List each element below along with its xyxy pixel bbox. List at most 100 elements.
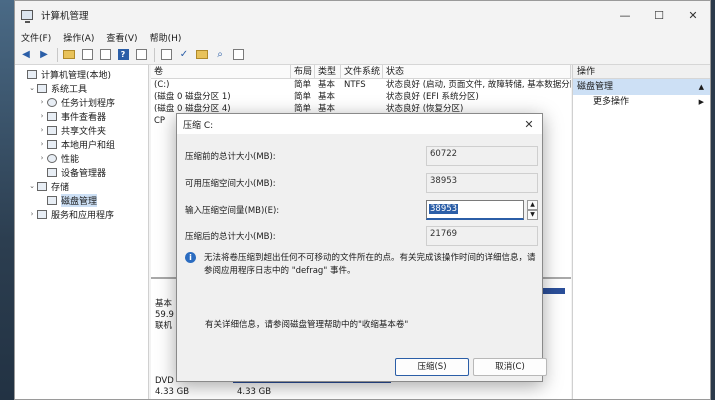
volume-cell-layout: 简单 bbox=[294, 80, 312, 90]
dialog-title: 压缩 C: bbox=[183, 120, 214, 131]
tree-device-manager-icon bbox=[47, 167, 57, 177]
disk-icon[interactable] bbox=[159, 48, 173, 62]
shrink-volume-dialog: 压缩 C: ✕ 压缩前的总计大小(MB): 60722 可用压缩空间大小(MB)… bbox=[176, 113, 547, 382]
column-layout[interactable]: 布局 bbox=[291, 65, 315, 78]
volume-cell-status: 状态良好 (EFI 系统分区) bbox=[386, 92, 479, 102]
stepper-down-button[interactable]: ▼ bbox=[527, 210, 538, 220]
minimize-button[interactable]: — bbox=[608, 9, 642, 22]
total-after-value: 21769 bbox=[426, 226, 538, 246]
up-folder-icon[interactable] bbox=[62, 48, 76, 62]
volume-cell-fs bbox=[341, 91, 383, 103]
computer-management-icon bbox=[21, 10, 33, 23]
dvd-size: 4.33 GB bbox=[155, 387, 190, 397]
properties-icon[interactable] bbox=[98, 48, 112, 62]
shrink-amount-input[interactable]: 38953 bbox=[426, 200, 524, 220]
tree-event-viewer[interactable]: › 事件查看器 bbox=[15, 109, 148, 123]
dialog-close-button[interactable]: ✕ bbox=[516, 118, 542, 131]
new-folder-icon[interactable] bbox=[195, 48, 209, 62]
shrink-button[interactable]: 压缩(S) bbox=[395, 358, 469, 376]
expand-chevron-icon[interactable]: ⌄ bbox=[27, 84, 37, 92]
actions-pane: 操作 磁盘管理 ▲ 更多操作 ▶ bbox=[572, 65, 710, 399]
volume-row[interactable]: (C:) 简单 基本 NTFS 状态良好 (启动, 页面文件, 故障转储, 基本数据分区… bbox=[151, 79, 571, 91]
total-after-label: 压缩后的总计大小(MB): bbox=[185, 232, 276, 242]
tree-task-scheduler[interactable]: › 任务计划程序 bbox=[15, 95, 148, 109]
view-icon[interactable] bbox=[231, 48, 245, 62]
tree-shared-folders-icon bbox=[47, 125, 57, 135]
stepper-buttons: ▲ ▼ bbox=[527, 200, 538, 220]
column-file-system[interactable]: 文件系统 bbox=[341, 65, 383, 78]
column-status[interactable]: 状态 bbox=[383, 65, 571, 78]
tree-local-users-groups[interactable]: › 本地用户和组 bbox=[15, 137, 148, 151]
console-tree-icon[interactable] bbox=[80, 48, 94, 62]
tree-storage[interactable]: ⌄ 存储 bbox=[15, 179, 148, 193]
maximize-button[interactable]: ☐ bbox=[642, 9, 676, 22]
column-volume[interactable]: 卷 bbox=[151, 65, 291, 78]
toolbar: ◀ ▶ ? ✓ ⌕ bbox=[15, 45, 710, 65]
title-bar: 计算机管理 — ☐ ✕ bbox=[15, 1, 710, 29]
volume-cell-type: 基本 bbox=[318, 92, 336, 102]
actions-disk-management[interactable]: 磁盘管理 ▲ bbox=[573, 79, 710, 95]
submenu-arrow-icon: ▶ bbox=[698, 98, 704, 106]
tree-disk-management[interactable]: 磁盘管理 bbox=[15, 193, 148, 207]
menu-action[interactable]: 操作(A) bbox=[63, 31, 94, 44]
tree-computer-management-icon bbox=[27, 69, 37, 79]
tree-shared-folders[interactable]: › 共享文件夹 bbox=[15, 123, 148, 137]
toolbar-separator bbox=[154, 47, 155, 62]
window-title: 计算机管理 bbox=[41, 11, 89, 22]
shrink-amount-selected-text: 38953 bbox=[429, 204, 459, 214]
tree-item-label: 事件查看器 bbox=[61, 112, 107, 123]
total-before-row: 压缩前的总计大小(MB): 60722 bbox=[185, 146, 538, 166]
info-message: i 无法将卷压缩到超出任何不可移动的文件所在的点。有关完成该操作时间的详细信息，… bbox=[185, 252, 537, 278]
shrink-amount-row: 输入压缩空间量(MB)(E): 38953 ▲ ▼ bbox=[185, 200, 538, 220]
forward-arrow-icon[interactable]: ▶ bbox=[37, 48, 51, 62]
expand-chevron-icon[interactable]: ⌄ bbox=[27, 182, 37, 190]
tree-item-label: 任务计划程序 bbox=[61, 98, 116, 109]
volume-cell-volume: (磁盘 0 磁盘分区 1) bbox=[154, 92, 231, 102]
actions-more-label: 更多操作 bbox=[593, 97, 630, 107]
total-after-row: 压缩后的总计大小(MB): 21769 bbox=[185, 226, 538, 246]
volume-row[interactable]: (磁盘 0 磁盘分区 1) 简单 基本 状态良好 (EFI 系统分区) bbox=[151, 91, 571, 103]
tree-system-tools[interactable]: ⌄ 系统工具 bbox=[15, 81, 148, 95]
actions-more[interactable]: 更多操作 ▶ bbox=[573, 95, 710, 109]
console-tree: 计算机管理(本地) ⌄ 系统工具 › 任务计划程序 › 事件查看器 › 共享文件夹 › 本地用户和组… bbox=[15, 65, 149, 399]
expand-chevron-icon[interactable]: › bbox=[37, 126, 47, 134]
tree-storage-icon bbox=[37, 181, 47, 191]
tree-performance[interactable]: › 性能 bbox=[15, 151, 148, 165]
stepper-up-button[interactable]: ▲ bbox=[527, 200, 538, 210]
tree-local-users-groups-icon bbox=[47, 139, 57, 149]
tree-item-label: 本地用户和组 bbox=[61, 140, 116, 151]
disk0-type: 基本 bbox=[155, 299, 173, 309]
expand-chevron-icon[interactable]: › bbox=[37, 154, 47, 162]
tree-computer-management[interactable]: 计算机管理(本地) bbox=[15, 67, 148, 81]
desktop-background-right bbox=[711, 0, 715, 400]
tree-performance-icon bbox=[47, 153, 57, 163]
back-arrow-icon[interactable]: ◀ bbox=[19, 48, 33, 62]
available-shrink-row: 可用压缩空间大小(MB): 38953 bbox=[185, 173, 538, 193]
disk0-label[interactable]: 基本 59.9 联机 bbox=[155, 299, 174, 332]
expand-chevron-icon[interactable]: › bbox=[37, 140, 47, 148]
menu-view[interactable]: 查看(V) bbox=[106, 31, 137, 44]
cancel-button[interactable]: 取消(C) bbox=[473, 358, 547, 376]
tree-item-label: 存储 bbox=[51, 182, 70, 193]
expand-chevron-icon[interactable]: › bbox=[37, 112, 47, 120]
menu-help[interactable]: 帮助(H) bbox=[150, 31, 182, 44]
volume-cell-fs: NTFS bbox=[344, 80, 366, 90]
show-hide-pane-icon[interactable] bbox=[134, 48, 148, 62]
expand-chevron-icon[interactable]: › bbox=[37, 98, 47, 106]
close-button[interactable]: ✕ bbox=[676, 9, 710, 22]
actions-header: 操作 bbox=[573, 65, 710, 79]
expand-chevron-icon[interactable]: › bbox=[27, 210, 37, 218]
tree-services-applications[interactable]: › 服务和应用程序 bbox=[15, 207, 148, 221]
search-icon[interactable]: ⌕ bbox=[213, 48, 227, 62]
total-before-label: 压缩前的总计大小(MB): bbox=[185, 152, 276, 162]
available-shrink-label: 可用压缩空间大小(MB): bbox=[185, 179, 276, 189]
shrink-amount-label: 输入压缩空间量(MB)(E): bbox=[185, 206, 280, 216]
column-type[interactable]: 类型 bbox=[315, 65, 341, 78]
info-text: 无法将卷压缩到超出任何不可移动的文件所在的点。有关完成该操作时间的详细信息，请参… bbox=[204, 253, 536, 276]
menu-bar: 文件(F) 操作(A) 查看(V) 帮助(H) bbox=[15, 29, 710, 45]
menu-file[interactable]: 文件(F) bbox=[21, 31, 51, 44]
tree-device-manager[interactable]: 设备管理器 bbox=[15, 165, 148, 179]
check-icon[interactable]: ✓ bbox=[177, 48, 191, 62]
help-icon[interactable]: ? bbox=[116, 48, 130, 62]
collapse-up-icon[interactable]: ▲ bbox=[699, 79, 704, 95]
